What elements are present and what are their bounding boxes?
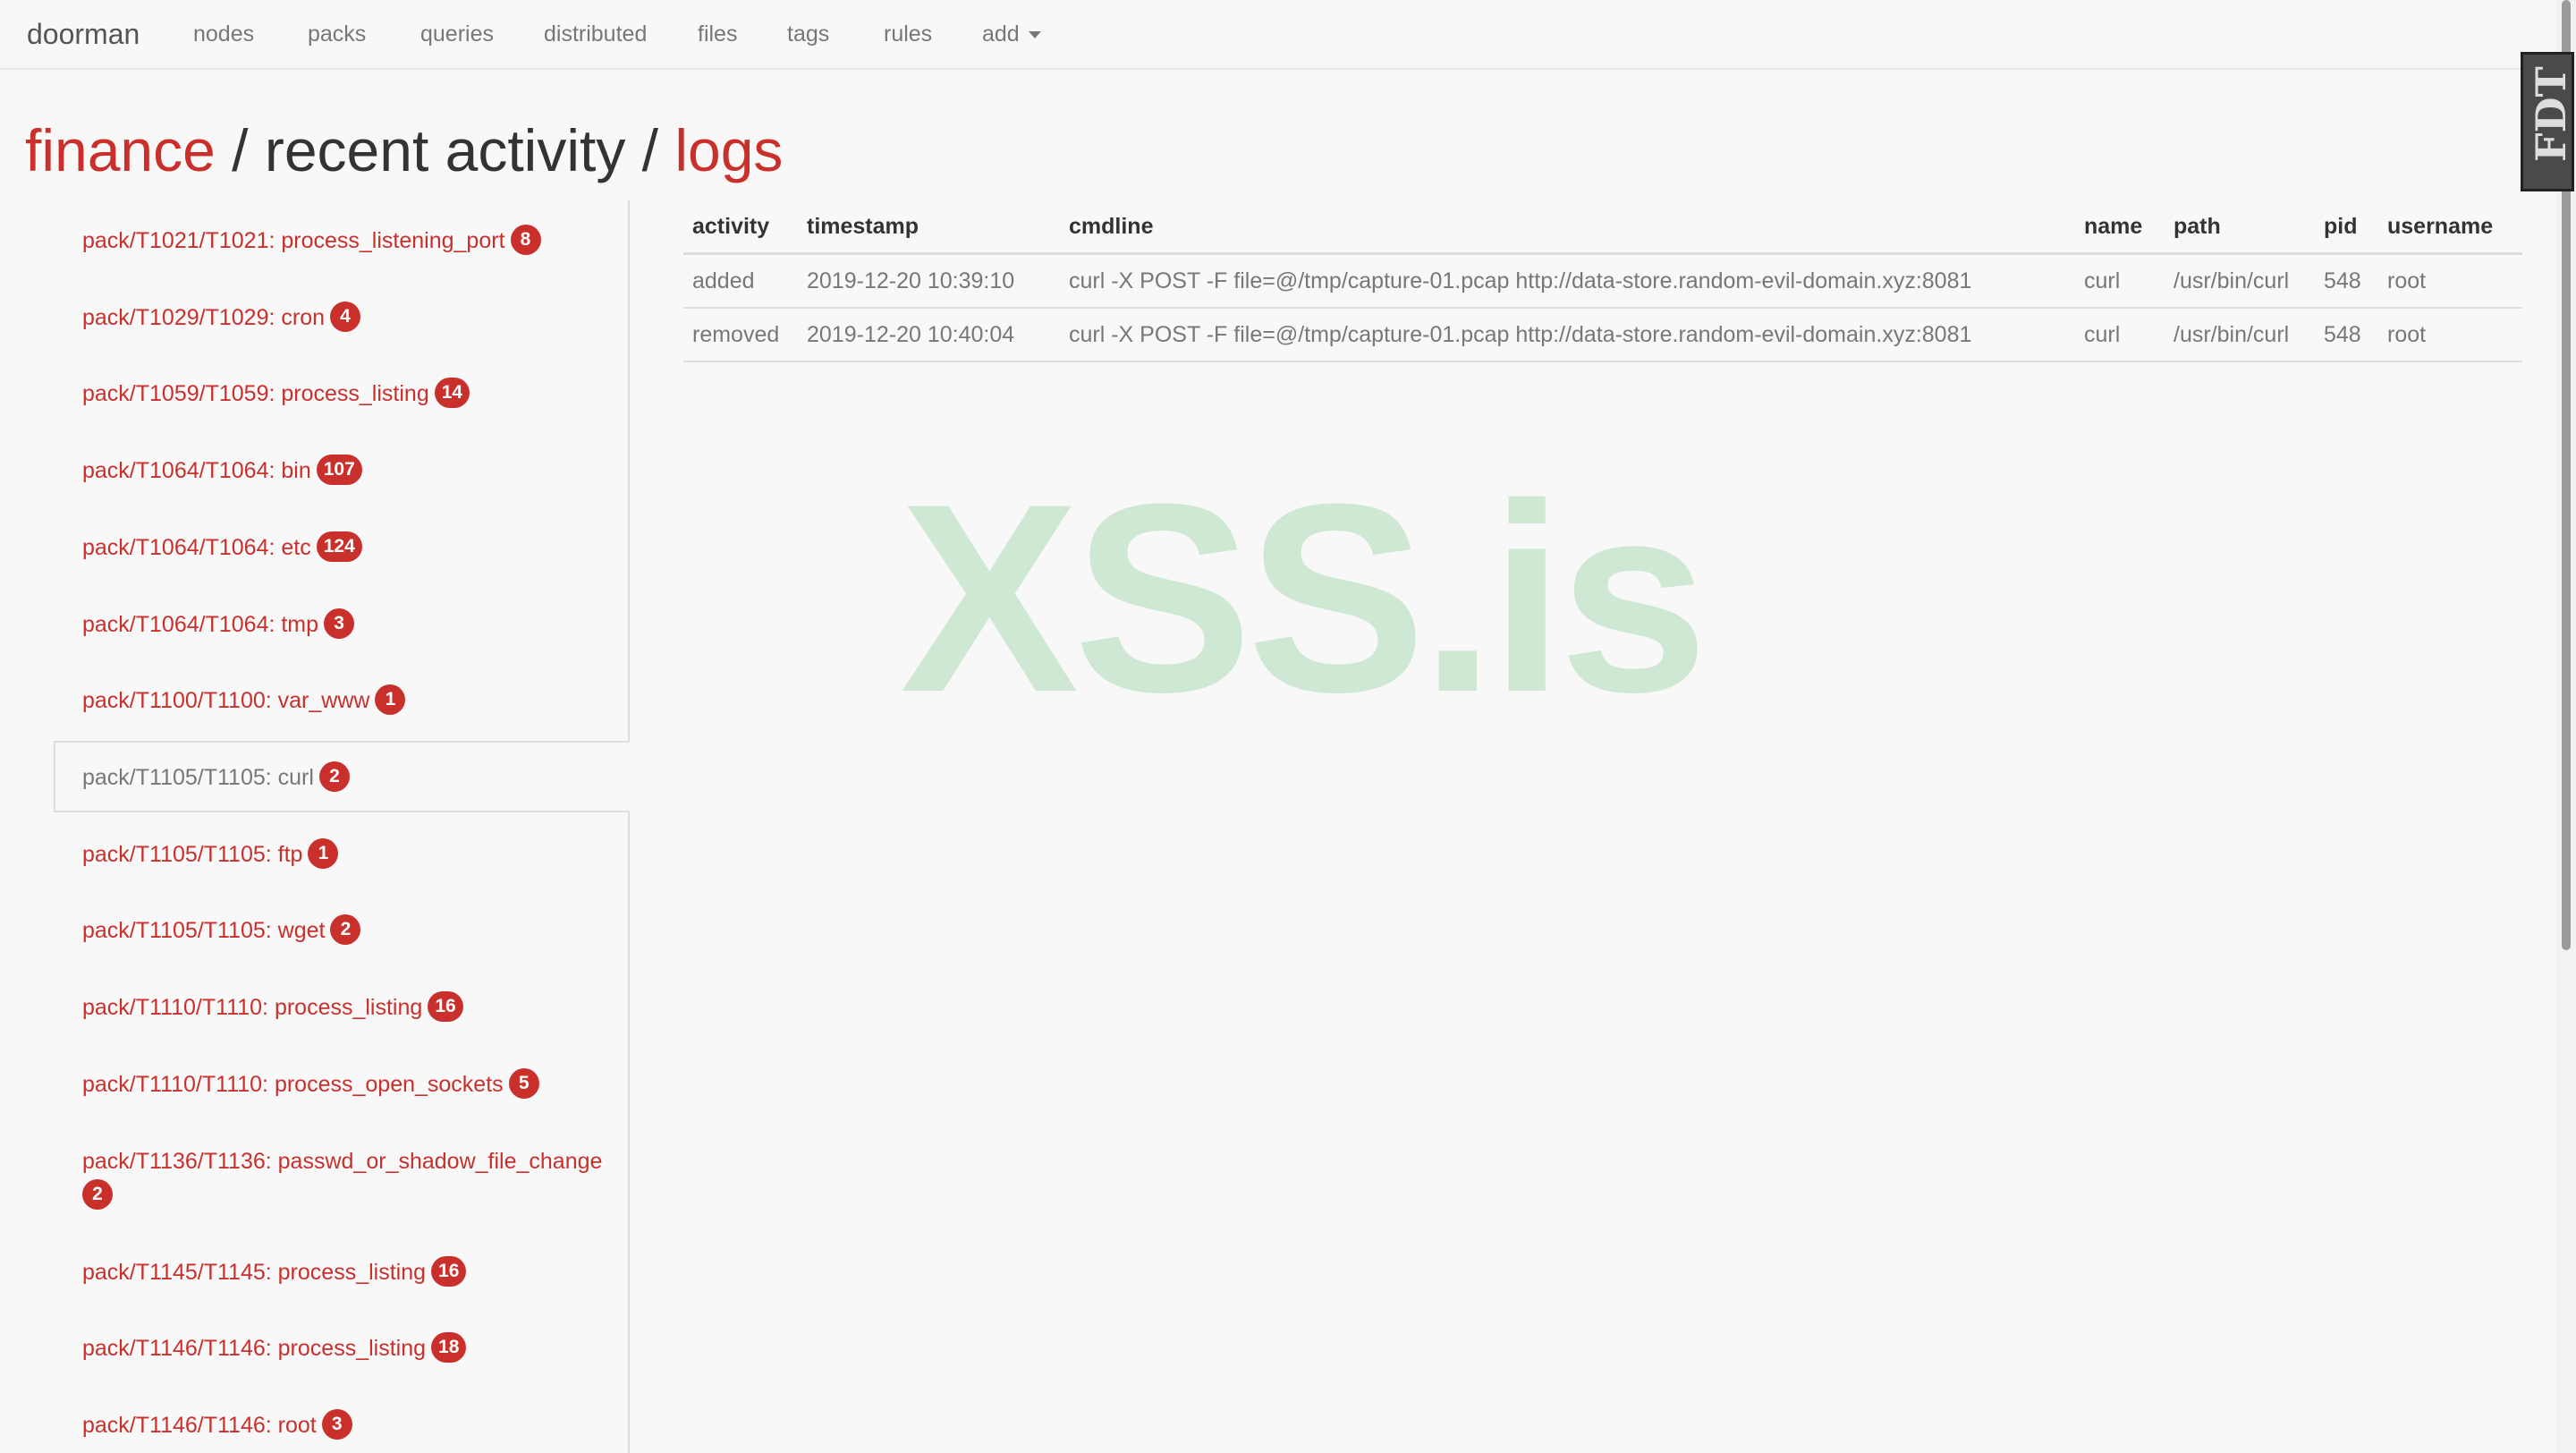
count-badge: 3 (321, 1409, 352, 1440)
count-badge: 2 (82, 1179, 113, 1211)
cell-activity: removed (683, 308, 798, 362)
column-header-name: name (2075, 200, 2165, 255)
sidebar-item[interactable]: pack/T1064/T1064: etc 124 (82, 531, 619, 565)
sidebar-item[interactable]: pack/T1064/T1064: bin 107 (82, 454, 619, 488)
cell-path: /usr/bin/curl (2165, 308, 2315, 362)
cell-username: root (2378, 253, 2522, 309)
cell-path: /usr/bin/curl (2165, 253, 2315, 309)
caret-down-icon (1028, 31, 1041, 39)
count-badge: 16 (431, 1256, 467, 1287)
sidebar-item-label: pack/T1110/T1110: process_listing (82, 995, 423, 1020)
cell-timestamp: 2019-12-20 10:40:04 (798, 308, 1060, 362)
cell-pid: 548 (2315, 253, 2378, 309)
sidebar-item[interactable]: pack/T1110/T1110: process_open_sockets 5 (82, 1067, 619, 1101)
count-badge: 8 (510, 225, 541, 256)
table-header-row: activity timestamp cmdline name path pid… (683, 200, 2522, 255)
sidebar-item-label: pack/T1100/T1100: var_www (82, 688, 370, 713)
breadcrumb-node-link[interactable]: finance (25, 117, 216, 183)
count-badge: 18 (431, 1332, 467, 1364)
column-header-username: username (2378, 200, 2522, 255)
table-row: added 2019-12-20 10:39:10 curl -X POST -… (683, 253, 2522, 309)
sidebar-item-label: pack/T1105/T1105: wget (82, 918, 326, 943)
nav-distributed[interactable]: distributed (544, 21, 647, 47)
nav-rules[interactable]: rules (884, 21, 932, 47)
sidebar-item[interactable]: pack/T1105/T1105: wget 2 (82, 913, 619, 947)
column-header-timestamp: timestamp (798, 200, 1060, 255)
sidebar-item-label: pack/T1021/T1021: process_listening_port (82, 228, 505, 253)
sidebar-item-active[interactable]: pack/T1105/T1105: curl 2 (82, 760, 619, 794)
fdt-toolbar-tab[interactable]: FDT (2521, 52, 2574, 191)
sidebar-item-label: pack/T1029/T1029: cron (82, 305, 325, 330)
count-badge: 2 (318, 761, 350, 793)
breadcrumb-recent-activity: recent activity (264, 117, 626, 183)
sidebar-divider (628, 200, 630, 741)
sidebar-item[interactable]: pack/T1029/T1029: cron 4 (82, 301, 619, 335)
top-navbar: doorman nodes packs queries distributed … (0, 0, 2576, 70)
fdt-label: FDT (2527, 66, 2574, 162)
table-row: removed 2019-12-20 10:40:04 curl -X POST… (683, 308, 2522, 362)
sidebar-item[interactable]: pack/T1021/T1021: process_listening_port… (82, 224, 619, 258)
pack-sidebar: pack/T1021/T1021: process_listening_port… (54, 200, 630, 1453)
sidebar-item-label: pack/T1146/T1146: root (82, 1413, 317, 1438)
sidebar-item[interactable]: pack/T1136/T1136: passwd_or_shadow_file_… (82, 1144, 619, 1212)
count-badge: 2 (330, 914, 361, 946)
sidebar-item[interactable]: pack/T1100/T1100: var_www 1 (82, 684, 619, 718)
count-badge: 107 (316, 455, 362, 486)
column-header-path: path (2165, 200, 2315, 255)
count-badge: 1 (375, 684, 406, 716)
cell-pid: 548 (2315, 308, 2378, 362)
sidebar-item-label: pack/T1136/T1136: passwd_or_shadow_file_… (82, 1149, 603, 1174)
nav-add-dropdown[interactable]: add (982, 21, 1041, 47)
sidebar-item[interactable]: pack/T1059/T1059: process_listing 14 (82, 377, 619, 411)
nav-packs[interactable]: packs (308, 21, 366, 47)
logs-table: activity timestamp cmdline name path pid… (683, 200, 2522, 362)
sidebar-divider (628, 811, 630, 1453)
count-badge: 1 (308, 838, 339, 870)
page-title: finance / recent activity / logs (25, 116, 783, 184)
sidebar-item-label: pack/T1105/T1105: ftp (82, 842, 303, 867)
sidebar-item-label: pack/T1064/T1064: tmp (82, 612, 319, 637)
breadcrumb-separator: / (625, 117, 675, 183)
vertical-scrollbar[interactable] (2556, 0, 2576, 1453)
nav-add-label: add (982, 21, 1020, 47)
cell-timestamp: 2019-12-20 10:39:10 (798, 253, 1060, 309)
column-header-pid: pid (2315, 200, 2378, 255)
count-badge: 5 (508, 1068, 539, 1100)
sidebar-item-label: pack/T1064/T1064: bin (82, 458, 311, 483)
nav-queries[interactable]: queries (420, 21, 494, 47)
sidebar-item[interactable]: pack/T1110/T1110: process_listing 16 (82, 990, 619, 1024)
column-header-cmdline: cmdline (1060, 200, 2075, 255)
sidebar-item-label: pack/T1105/T1105: curl (82, 765, 314, 790)
sidebar-item-label: pack/T1145/T1145: process_listing (82, 1260, 427, 1285)
breadcrumb-separator: / (215, 117, 265, 183)
count-badge: 14 (434, 378, 470, 409)
cell-username: root (2378, 308, 2522, 362)
nav-files[interactable]: files (698, 21, 737, 47)
column-header-activity: activity (683, 200, 798, 255)
count-badge: 3 (324, 608, 355, 640)
brand-link[interactable]: doorman (27, 18, 140, 51)
sidebar-item-label: pack/T1064/T1064: etc (82, 535, 311, 560)
count-badge: 16 (428, 991, 463, 1023)
nav-tags[interactable]: tags (787, 21, 829, 47)
cell-name: curl (2075, 253, 2165, 309)
cell-activity: added (683, 253, 798, 309)
sidebar-item[interactable]: pack/T1105/T1105: ftp 1 (82, 837, 619, 871)
breadcrumb-logs-link[interactable]: logs (674, 117, 783, 183)
sidebar-item-label: pack/T1110/T1110: process_open_sockets (82, 1072, 504, 1097)
sidebar-item[interactable]: pack/T1064/T1064: tmp 3 (82, 608, 619, 642)
count-badge: 124 (316, 531, 362, 563)
sidebar-item-label: pack/T1059/T1059: process_listing (82, 381, 429, 406)
cell-cmdline: curl -X POST -F file=@/tmp/capture-01.pc… (1060, 308, 2075, 362)
cell-name: curl (2075, 308, 2165, 362)
nav-nodes[interactable]: nodes (193, 21, 254, 47)
cell-cmdline: curl -X POST -F file=@/tmp/capture-01.pc… (1060, 253, 2075, 309)
count-badge: 4 (330, 302, 360, 333)
sidebar-item-label: pack/T1146/T1146: process_listing (82, 1336, 427, 1361)
watermark-text: XSS.is (900, 447, 1708, 748)
sidebar-item[interactable]: pack/T1146/T1146: root 3 (82, 1408, 619, 1442)
sidebar-item[interactable]: pack/T1145/T1145: process_listing 16 (82, 1255, 619, 1289)
sidebar-item[interactable]: pack/T1146/T1146: process_listing 18 (82, 1331, 619, 1365)
